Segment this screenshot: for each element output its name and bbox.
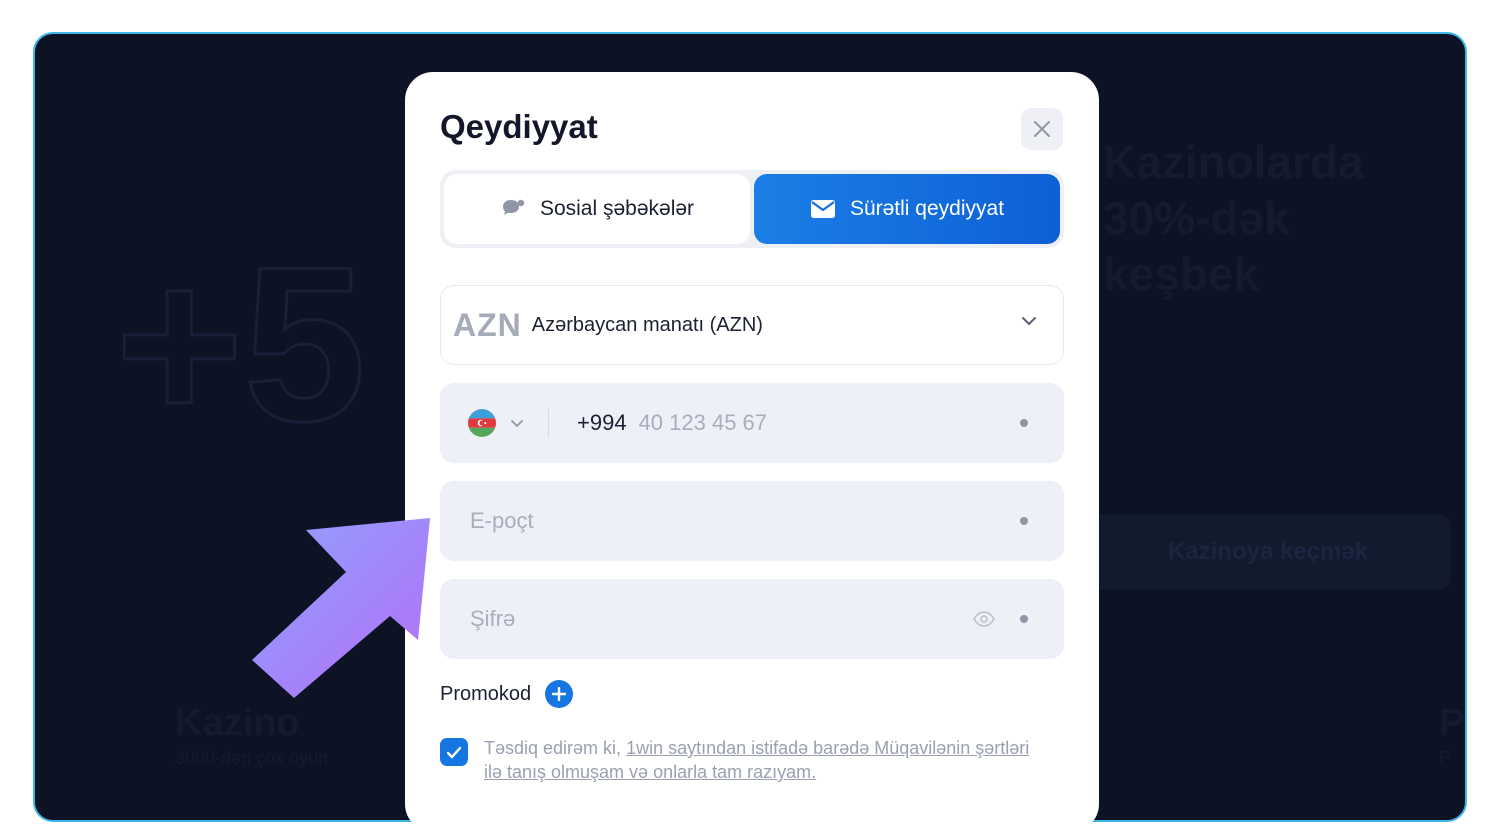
currency-name: Azərbaycan manatı (AZN) bbox=[531, 313, 763, 336]
chevron-down-icon bbox=[1022, 317, 1036, 325]
email-field bbox=[440, 481, 1064, 561]
close-icon bbox=[1034, 121, 1050, 137]
terms-agreement: Təsdiq edirəm ki, 1win saytından istifad… bbox=[440, 736, 1050, 784]
bg-bonus-number: +5 bbox=[114, 221, 368, 467]
promo-code-row: Promokod bbox=[440, 680, 574, 708]
tab-fast-registration[interactable]: Sürətli qeydiyyat bbox=[754, 174, 1060, 244]
bg-casino-cta-button: Kazinoya keçmək bbox=[1085, 514, 1451, 590]
azerbaijan-flag-icon[interactable] bbox=[468, 409, 496, 437]
tab-social-networks[interactable]: Sosial şəbəkələr bbox=[444, 174, 750, 244]
add-promo-code-button[interactable] bbox=[545, 680, 574, 708]
dial-code: +994 bbox=[577, 410, 627, 435]
required-indicator bbox=[1020, 419, 1028, 427]
phone-input[interactable] bbox=[636, 409, 981, 437]
plus-icon bbox=[552, 687, 567, 701]
terms-checkbox[interactable] bbox=[440, 738, 468, 766]
modal-title: Qeydiyyat bbox=[440, 108, 598, 145]
email-input[interactable] bbox=[468, 507, 972, 535]
tab-social-label: Sosial şəbəkələr bbox=[539, 197, 695, 220]
checkmark-icon bbox=[446, 746, 462, 758]
pointer-arrow-icon bbox=[252, 518, 430, 698]
tab-fast-label: Sürətli qeydiyyat bbox=[849, 197, 1005, 220]
close-button[interactable] bbox=[1021, 108, 1063, 150]
envelope-icon bbox=[810, 200, 835, 218]
currency-select[interactable]: AZN Azərbaycan manatı (AZN) bbox=[440, 285, 1064, 365]
chat-bubble-icon bbox=[502, 199, 525, 215]
phone-field: +994 bbox=[440, 383, 1064, 463]
registration-tabs: Sosial şəbəkələr Sürətli qeydiyyat bbox=[440, 170, 1064, 248]
required-indicator bbox=[1020, 615, 1028, 623]
bg-right-card-subtitle: P bbox=[1439, 748, 1452, 768]
registration-modal: Qeydiyyat Sosial şəbəkələr Sürətli qeydi… bbox=[405, 72, 1099, 832]
bg-right-card-title: P bbox=[1439, 702, 1465, 744]
phone-divider bbox=[548, 409, 549, 437]
password-field bbox=[440, 579, 1064, 659]
country-chevron-down-icon[interactable] bbox=[510, 419, 524, 428]
terms-prefix: Təsdiq edirəm ki, bbox=[484, 738, 627, 758]
eye-icon[interactable] bbox=[972, 608, 996, 630]
bg-casino-card-subtitle: 3000-dən çox oyun bbox=[175, 748, 329, 768]
required-indicator bbox=[1020, 517, 1028, 525]
password-input[interactable] bbox=[468, 605, 952, 633]
currency-code: AZN bbox=[453, 306, 522, 343]
bg-promo-heading: Kazinolarda 30%-dək keşbek bbox=[1103, 136, 1364, 300]
promo-code-label: Promokod bbox=[440, 682, 532, 705]
terms-text: Təsdiq edirəm ki, 1win saytından istifad… bbox=[484, 736, 1050, 784]
